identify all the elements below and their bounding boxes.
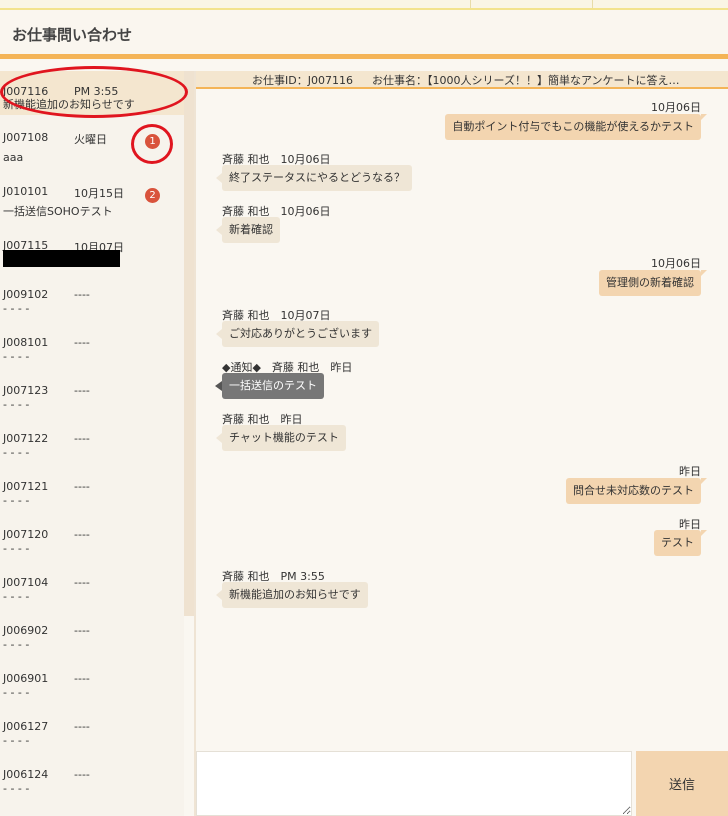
thread-date: ---- [74,624,90,637]
thread-date: ---- [74,288,90,301]
thread-preview: aaa [3,151,24,164]
thread-id: J009102 [3,288,49,301]
thread-date: 火曜日 [74,133,107,146]
message-bubble-notice: 一括送信のテスト [215,373,324,399]
thread-date: ---- [74,720,90,733]
thread-id: J006901 [3,672,49,685]
chat-area: 10月06日 自動ポイント付与でもこの機能が使えるかテスト 斉藤 和也 10月0… [196,89,728,751]
message-bubble-outgoing: 自動ポイント付与でもこの機能が使えるかテスト [445,114,707,140]
thread-id: J008101 [3,336,49,349]
thread-id: J006124 [3,768,49,781]
thread-preview: - - - - [3,446,30,459]
thread-list-scrollbar[interactable] [184,71,194,616]
redaction-bar [3,250,120,267]
message-meta: 10月06日 [651,101,701,114]
thread-id: J007122 [3,432,49,445]
thread-preview: - - - - [3,302,30,315]
message-meta: 昨日 [679,465,701,478]
message-bubble-outgoing: 管理側の新着確認 [599,270,707,296]
thread-date: ---- [74,672,90,685]
thread-date: ---- [74,432,90,445]
thread-item-J006901[interactable]: J006901 ---- - - - - [0,672,184,716]
thread-item-J006902[interactable]: J006902 ---- - - - - [0,624,184,668]
thread-id: J007108 [3,131,49,144]
message-bubble-incoming: ご対応ありがとうございます [216,321,379,347]
thread-preview: - - - - [3,590,30,603]
message-bubble-incoming: チャット機能のテスト [216,425,346,451]
thread-date: ---- [74,576,90,589]
chat-header: お仕事ID：J007116 お仕事名：【1000人シリーズ！！】簡単なアンケート… [196,71,728,89]
thread-item-J007123[interactable]: J007123 ---- - - - - [0,384,184,428]
thread-preview: - - - - [3,494,30,507]
thread-item-J007122[interactable]: J007122 ---- - - - - [0,432,184,476]
annotation-oval [0,66,188,118]
thread-item-J009102[interactable]: J009102 ---- - - - - [0,288,184,332]
thread-date: ---- [74,768,90,781]
thread-date: ---- [74,336,90,349]
thread-date: ---- [74,480,90,493]
thread-preview: - - - - [3,686,30,699]
thread-id: J006902 [3,624,49,637]
thread-id: J007121 [3,480,49,493]
thread-preview: - - - - [3,638,30,651]
page-title: お仕事問い合わせ [12,26,133,44]
job-name: お仕事名：【1000人シリーズ！！】簡単なアンケートに答え… [372,74,680,87]
thread-preview: 一括送信SOHOテスト [3,205,113,218]
thread-date: ---- [74,384,90,397]
thread-item-J006124[interactable]: J006124 ---- - - - - [0,768,184,812]
message-bubble-incoming: 新着確認 [216,217,280,243]
thread-preview: - - - - [3,542,30,555]
message-bubble-outgoing: テスト [654,530,707,556]
top-bar [0,0,728,10]
thread-preview: - - - - [3,350,30,363]
thread-item-J007121[interactable]: J007121 ---- - - - - [0,480,184,524]
top-bar-divider [470,0,471,8]
thread-item-J006127[interactable]: J006127 ---- - - - - [0,720,184,764]
thread-item-J007104[interactable]: J007104 ---- - - - - [0,576,184,620]
message-bubble-outgoing: 問合せ未対応数のテスト [566,478,707,504]
header-accent-line [0,54,728,59]
thread-id: J007123 [3,384,49,397]
thread-id: J010101 [3,185,49,198]
thread-preview: - - - - [3,782,30,795]
thread-id: J007120 [3,528,49,541]
thread-preview: - - - - [3,398,30,411]
message-meta: 10月06日 [651,257,701,270]
message-bubble-incoming: 新機能追加のお知らせです [216,582,368,608]
thread-list: J007116 PM 3:55 新機能追加のお知らせです J007108 火曜日… [0,71,184,816]
send-button[interactable]: 送信 [636,751,728,816]
thread-preview: - - - - [3,734,30,747]
thread-item-J007120[interactable]: J007120 ---- - - - - [0,528,184,572]
thread-id: J006127 [3,720,49,733]
message-input[interactable] [196,751,632,816]
top-bar-divider [592,0,593,8]
thread-date: 10月15日 [74,187,124,200]
thread-item-J008101[interactable]: J008101 ---- - - - - [0,336,184,380]
message-bubble-incoming: 終了ステータスにやるとどうなる？ [216,165,412,191]
thread-date: ---- [74,528,90,541]
thread-item-J010101[interactable]: J010101 10月15日 一括送信SOHOテスト 2 [0,185,184,229]
annotation-oval [131,124,173,164]
unread-badge: 2 [145,188,160,203]
job-id: お仕事ID：J007116 [252,74,353,87]
page-header: お仕事問い合わせ [0,10,728,54]
thread-id: J007104 [3,576,49,589]
